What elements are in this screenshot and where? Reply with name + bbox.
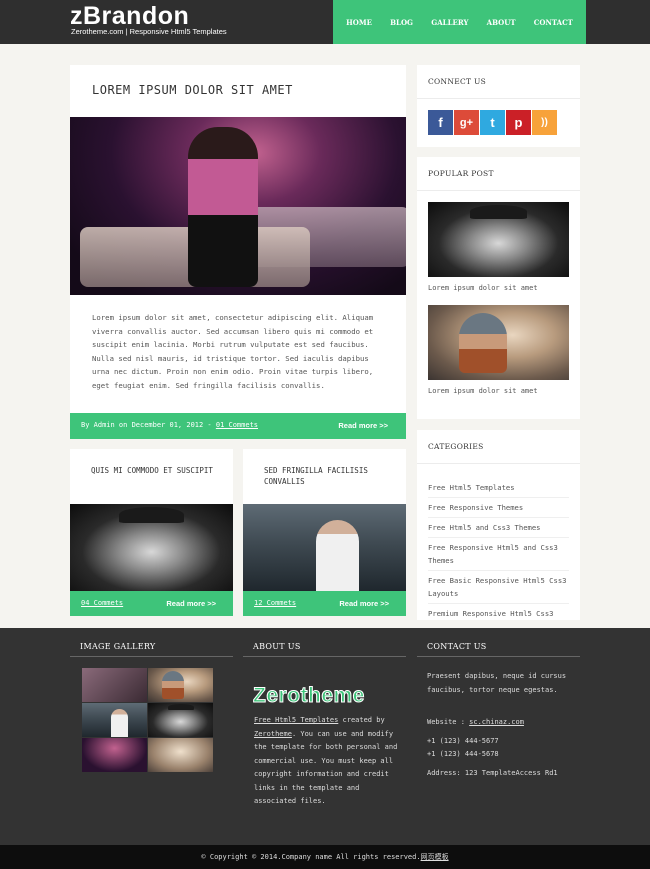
card-image[interactable] <box>70 504 233 591</box>
connect-widget: CONNECT US f g+ t p )) <box>417 65 580 147</box>
contact-phone-1: +1 (123) 444-5677 <box>427 737 499 745</box>
about-link-zerotheme[interactable]: Zerotheme <box>254 730 292 738</box>
nav-item-gallery[interactable]: GALLERY <box>431 18 468 27</box>
footer-title: ABOUT US <box>243 642 406 657</box>
contact-phone-2: +1 (123) 444-5678 <box>427 750 499 758</box>
footer-gallery-grid <box>82 668 213 772</box>
nav-item-blog[interactable]: BLOG <box>390 18 413 27</box>
footer-title: CONTACT US <box>417 642 580 657</box>
gallery-thumb[interactable] <box>148 668 213 702</box>
popular-post-image[interactable] <box>428 305 569 380</box>
gallery-thumb[interactable] <box>82 738 147 772</box>
footer-contact: CONTACT US Praesent dapibus, neque id cu… <box>417 642 580 777</box>
card-comments-link[interactable]: 12 Commets <box>254 599 296 607</box>
site-header: zBrandon Zerotheme.com | Responsive Html… <box>0 0 650 44</box>
gallery-thumb[interactable] <box>148 738 213 772</box>
footer-title: IMAGE GALLERY <box>70 642 233 657</box>
contact-text: Praesent dapibus, neque id cursus faucib… <box>427 672 567 694</box>
copyright-text: © Copyright © 2014.Company name All righ… <box>201 853 421 861</box>
category-list: Free Html5 Templates Free Responsive The… <box>428 478 569 620</box>
rss-icon[interactable]: )) <box>532 110 557 135</box>
site-footer: IMAGE GALLERY ABOUT US Zerotheme Free Ht… <box>0 628 650 845</box>
category-item[interactable]: Free Html5 Templates <box>428 478 569 498</box>
post-title[interactable]: LOREM IPSUM DOLOR SIT AMET <box>92 83 293 97</box>
website-link[interactable]: sc.chinaz.com <box>469 718 524 726</box>
contact-address: Address: 123 TemplateAccess Rd1 <box>427 769 558 777</box>
card-comments-link[interactable]: 04 Commets <box>81 599 123 607</box>
popular-post-link[interactable]: Lorem ipsum dolor sit amet <box>428 284 538 292</box>
read-more-link[interactable]: Read more >> <box>339 599 389 608</box>
post-footer: By Admin on December 01, 2012 - 01 Comme… <box>70 413 406 439</box>
nav-item-home[interactable]: HOME <box>346 18 372 27</box>
footer-gallery: IMAGE GALLERY <box>70 642 233 657</box>
gallery-thumb[interactable] <box>148 703 213 737</box>
read-more-link[interactable]: Read more >> <box>338 421 388 430</box>
google-plus-icon[interactable]: g+ <box>454 110 479 135</box>
post-excerpt: Lorem ipsum dolor sit amet, consectetur … <box>92 313 374 390</box>
popular-post-image[interactable] <box>428 202 569 277</box>
card-footer: 04 Commets Read more >> <box>70 591 233 616</box>
popular-post-link[interactable]: Lorem ipsum dolor sit amet <box>428 387 538 395</box>
site-tagline: Zerotheme.com | Responsive Html5 Templat… <box>71 27 227 36</box>
read-more-link[interactable]: Read more >> <box>166 599 216 608</box>
about-link-templates[interactable]: Free Html5 Templates <box>254 716 338 724</box>
main-nav: HOME BLOG GALLERY ABOUT CONTACT <box>333 0 586 44</box>
categories-widget: CATEGORIES Free Html5 Templates Free Res… <box>417 430 580 620</box>
twitter-icon[interactable]: t <box>480 110 505 135</box>
category-item[interactable]: Premium Responsive Html5 Css3 <box>428 604 569 620</box>
card-footer: 12 Commets Read more >> <box>243 591 406 616</box>
category-item[interactable]: Free Responsive Themes <box>428 498 569 518</box>
widget-title: CATEGORIES <box>428 442 484 451</box>
widget-title: CONNECT US <box>428 77 487 86</box>
category-item[interactable]: Free Responsive Html5 and Css3 Themes <box>428 538 569 571</box>
card-image[interactable] <box>243 504 406 591</box>
copyright-link[interactable]: 网页模板 <box>421 853 449 861</box>
nav-item-about[interactable]: ABOUT <box>487 18 516 27</box>
card-title[interactable]: QUIS MI COMMODO ET SUSCIPIT <box>91 465 221 476</box>
category-item[interactable]: Free Html5 and Css3 Themes <box>428 518 569 538</box>
post-card: SED FRINGILLA FACILISIS CONVALLIS 12 Com… <box>243 449 406 616</box>
social-icons: f g+ t p )) <box>428 110 557 135</box>
main-post: LOREM IPSUM DOLOR SIT AMET Lorem ipsum d… <box>70 65 406 439</box>
widget-title: POPULAR POST <box>428 169 494 178</box>
card-title[interactable]: SED FRINGILLA FACILISIS CONVALLIS <box>264 465 394 487</box>
about-text: Free Html5 Templates created by Zerothem… <box>254 716 398 805</box>
facebook-icon[interactable]: f <box>428 110 453 135</box>
footer-about: ABOUT US Zerotheme Free Html5 Templates … <box>243 642 406 805</box>
post-meta: By Admin on December 01, 2012 - 01 Comme… <box>81 421 258 429</box>
zerotheme-logo[interactable]: Zerotheme <box>253 684 365 708</box>
post-image[interactable] <box>70 117 406 295</box>
gallery-thumb[interactable] <box>82 668 147 702</box>
nav-item-contact[interactable]: CONTACT <box>534 18 573 27</box>
contact-website: Website : sc.chinaz.com <box>427 718 524 726</box>
category-item[interactable]: Free Basic Responsive Html5 Css3 Layouts <box>428 571 569 604</box>
post-card: QUIS MI COMMODO ET SUSCIPIT 04 Commets R… <box>70 449 233 616</box>
copyright-bar: © Copyright © 2014.Company name All righ… <box>0 845 650 869</box>
pinterest-icon[interactable]: p <box>506 110 531 135</box>
post-comments-link[interactable]: 01 Commets <box>216 421 258 429</box>
post-meta-text: By Admin on December 01, 2012 - <box>81 421 216 429</box>
popular-post-widget: POPULAR POST Lorem ipsum dolor sit amet … <box>417 157 580 419</box>
gallery-thumb[interactable] <box>82 703 147 737</box>
